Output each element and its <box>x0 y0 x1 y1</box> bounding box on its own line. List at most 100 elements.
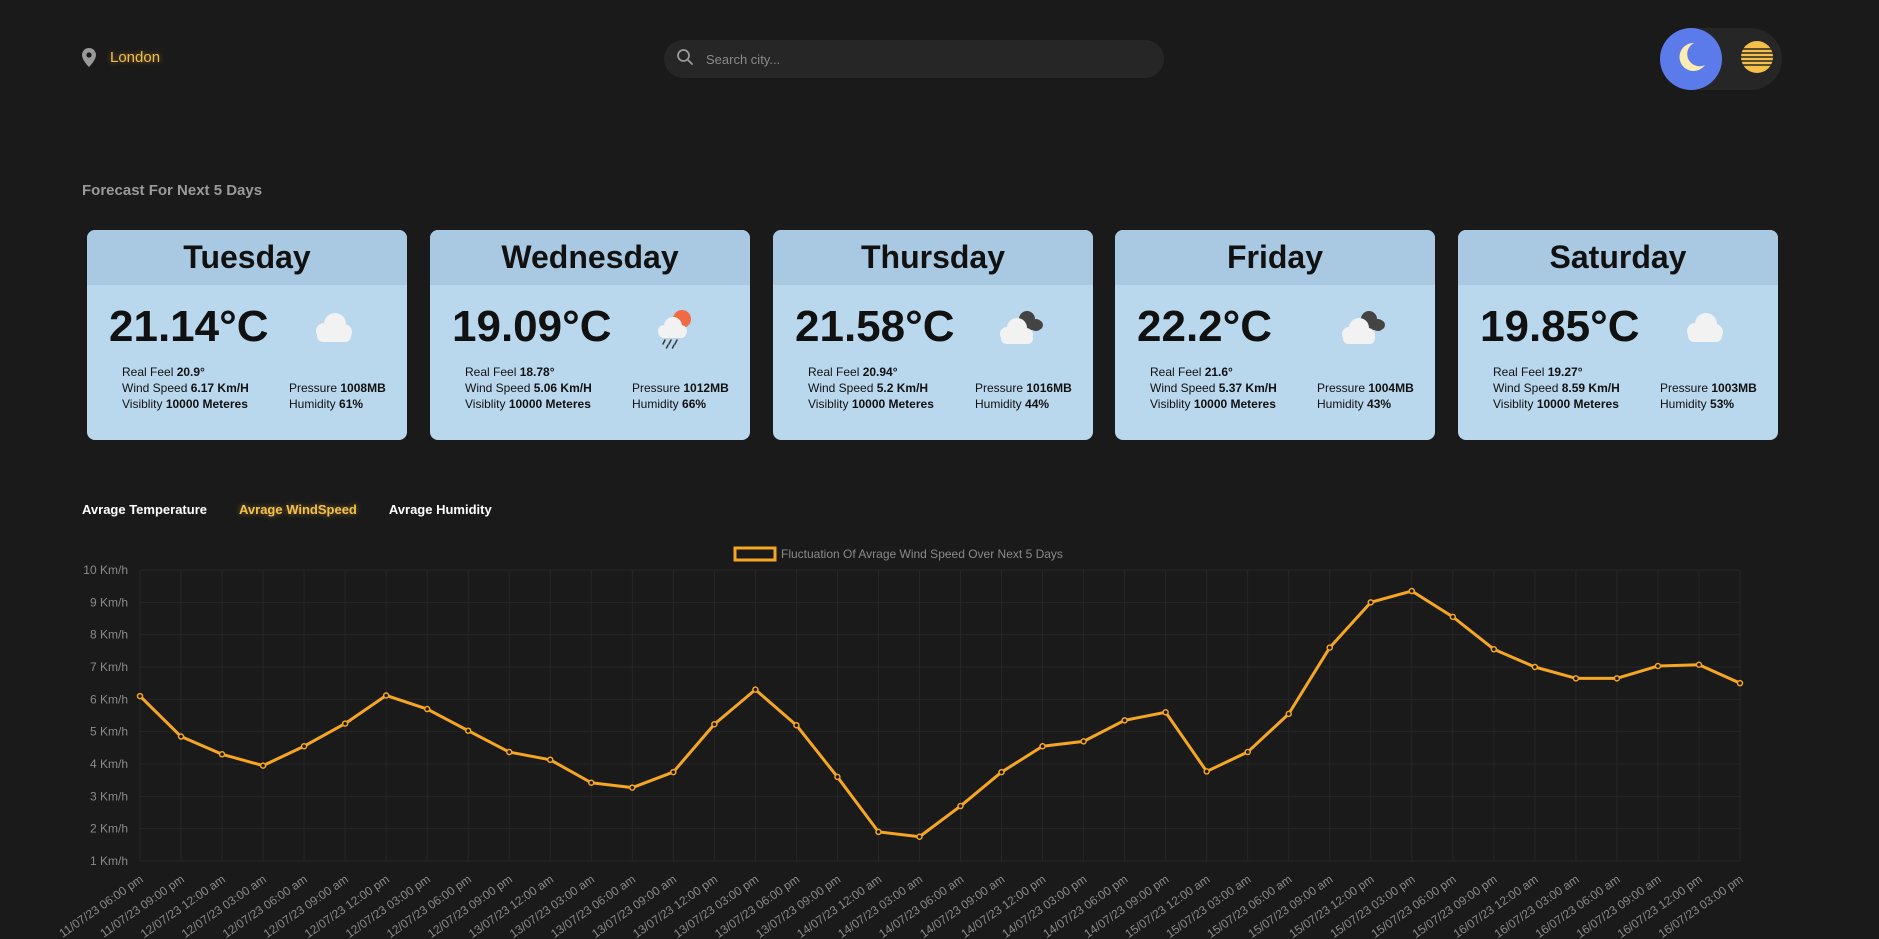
y-tick-label: 6 Km/h <box>90 692 128 706</box>
sun-rain-cloud-icon <box>648 306 704 350</box>
legend-label: Fluctuation Of Avrage Wind Speed Over Ne… <box>781 547 1063 561</box>
forecast-cards: Tuesday 21.14°C Real Feel 20.9° Wind Speed … <box>87 230 1778 440</box>
data-point <box>341 720 349 727</box>
visibility-stat: Visiblity 10000 Meteres <box>1493 397 1619 411</box>
stat-value: 10000 Meteres <box>1193 397 1276 411</box>
search-bar <box>664 40 1164 78</box>
visibility-stat: Visiblity 10000 Meteres <box>465 397 591 411</box>
tab-avg-temperature[interactable]: Avrage Temperature <box>82 502 207 517</box>
stat-label: Visiblity <box>808 397 849 411</box>
stat-value: 6.17 Km/H <box>190 381 249 395</box>
data-point <box>1490 645 1498 653</box>
stat-label: Humidity <box>975 397 1022 411</box>
data-point <box>464 727 472 734</box>
stat-value: 61% <box>339 397 364 411</box>
data-point <box>588 779 595 787</box>
legend-swatch <box>733 546 777 562</box>
stat-label: Pressure <box>1660 381 1709 395</box>
search-icon[interactable] <box>676 48 694 71</box>
stat-label: Wind Speed <box>1493 381 1559 395</box>
forecast-card: Saturday 19.85°C Real Feel 19.27° Wind Spee… <box>1458 230 1778 440</box>
visibility-stat: Visiblity 10000 Meteres <box>808 397 934 411</box>
card-temperature: 19.09°C <box>452 302 612 351</box>
data-point <box>259 762 267 769</box>
wind-speed-chart: 1 Km/h 2 Km/h 3 Km/h 4 Km/h 5 Km/h 6 Km/h 7 Km… <box>56 546 1746 939</box>
data-point <box>1531 663 1539 671</box>
data-point <box>547 756 554 764</box>
tab-avg-windspeed[interactable]: Avrage WindSpeed <box>239 502 357 517</box>
data-point <box>1736 679 1744 687</box>
stat-value: 19.27° <box>1547 365 1583 379</box>
y-tick-label: 4 Km/h <box>90 757 128 771</box>
stat-value: 1004MB <box>1368 381 1414 395</box>
stat-label: Pressure <box>632 381 681 395</box>
y-tick-label: 3 Km/h <box>90 789 128 803</box>
y-tick-label: 2 Km/h <box>90 822 128 836</box>
data-point <box>1654 662 1662 670</box>
stat-label: Real Feel <box>122 365 174 379</box>
data-point <box>1408 587 1416 595</box>
search-input[interactable] <box>704 50 1148 68</box>
wind-speed-stat: Wind Speed 8.59 Km/H <box>1493 381 1620 395</box>
data-point <box>1203 768 1210 775</box>
data-point <box>834 773 841 781</box>
y-tick-label: 9 Km/h <box>90 595 128 609</box>
humidity-stat: Humidity 61% <box>289 397 363 411</box>
pressure-stat: Pressure 1012MB <box>632 381 729 395</box>
card-temperature: 21.14°C <box>109 302 269 351</box>
cloud-icon <box>1676 306 1732 350</box>
data-point <box>136 692 144 700</box>
data-point <box>998 768 1005 776</box>
y-tick-label: 10 Km/h <box>83 563 128 577</box>
data-point <box>1367 599 1375 606</box>
stat-value: 5.2 Km/H <box>876 381 929 395</box>
light-mode-button[interactable] <box>1732 34 1782 84</box>
pressure-stat: Pressure 1003MB <box>1660 381 1757 395</box>
location[interactable]: London <box>82 48 160 67</box>
humidity-stat: Humidity 53% <box>1660 397 1734 411</box>
data-point <box>1285 710 1292 718</box>
series-line <box>138 589 1741 839</box>
stat-value: 10000 Meteres <box>508 397 591 411</box>
stat-label: Pressure <box>289 381 338 395</box>
cloud-icon <box>305 306 361 350</box>
forecast-title: Forecast For Next 5 Days <box>82 182 263 199</box>
data-point <box>1613 675 1621 682</box>
stat-value: 44% <box>1025 397 1050 411</box>
data-point <box>1162 709 1169 716</box>
stat-value: 1008MB <box>340 381 386 395</box>
stat-value: 10000 Meteres <box>1536 397 1619 411</box>
data-point <box>423 705 431 713</box>
stat-value: 66% <box>682 397 707 411</box>
data-point <box>177 733 185 740</box>
stat-label: Wind Speed <box>808 381 874 395</box>
y-tick-label: 8 Km/h <box>90 628 128 642</box>
stat-value: 1003MB <box>1711 381 1757 395</box>
visibility-stat: Visiblity 10000 Meteres <box>122 397 248 411</box>
stat-value: 5.37 Km/H <box>1218 381 1277 395</box>
data-point <box>505 748 513 756</box>
real-feel-stat: Real Feel 19.27° <box>1493 365 1583 379</box>
stat-label: Wind Speed <box>1150 381 1216 395</box>
data-point <box>1572 675 1580 682</box>
real-feel-stat: Real Feel 21.6° <box>1150 365 1233 379</box>
y-tick-label: 1 Km/h <box>90 854 128 868</box>
card-day: Wednesday <box>430 230 750 285</box>
dark-mode-button[interactable] <box>1660 28 1722 90</box>
theme-toggle[interactable] <box>1660 28 1782 90</box>
stat-label: Humidity <box>289 397 336 411</box>
card-day: Friday <box>1115 230 1435 285</box>
pressure-stat: Pressure 1004MB <box>1317 381 1414 395</box>
stat-label: Visiblity <box>465 397 506 411</box>
data-point <box>1039 742 1046 750</box>
stat-value: 10000 Meteres <box>165 397 248 411</box>
data-point <box>1449 613 1457 621</box>
stat-label: Wind Speed <box>122 381 188 395</box>
card-temperature: 19.85°C <box>1480 302 1640 351</box>
stat-label: Real Feel <box>1493 365 1545 379</box>
sun-icon <box>1739 39 1775 80</box>
card-day: Thursday <box>773 230 1093 285</box>
tab-avg-humidity[interactable]: Avrage Humidity <box>389 502 492 517</box>
stat-value: 1016MB <box>1026 381 1072 395</box>
data-point <box>1244 748 1251 756</box>
